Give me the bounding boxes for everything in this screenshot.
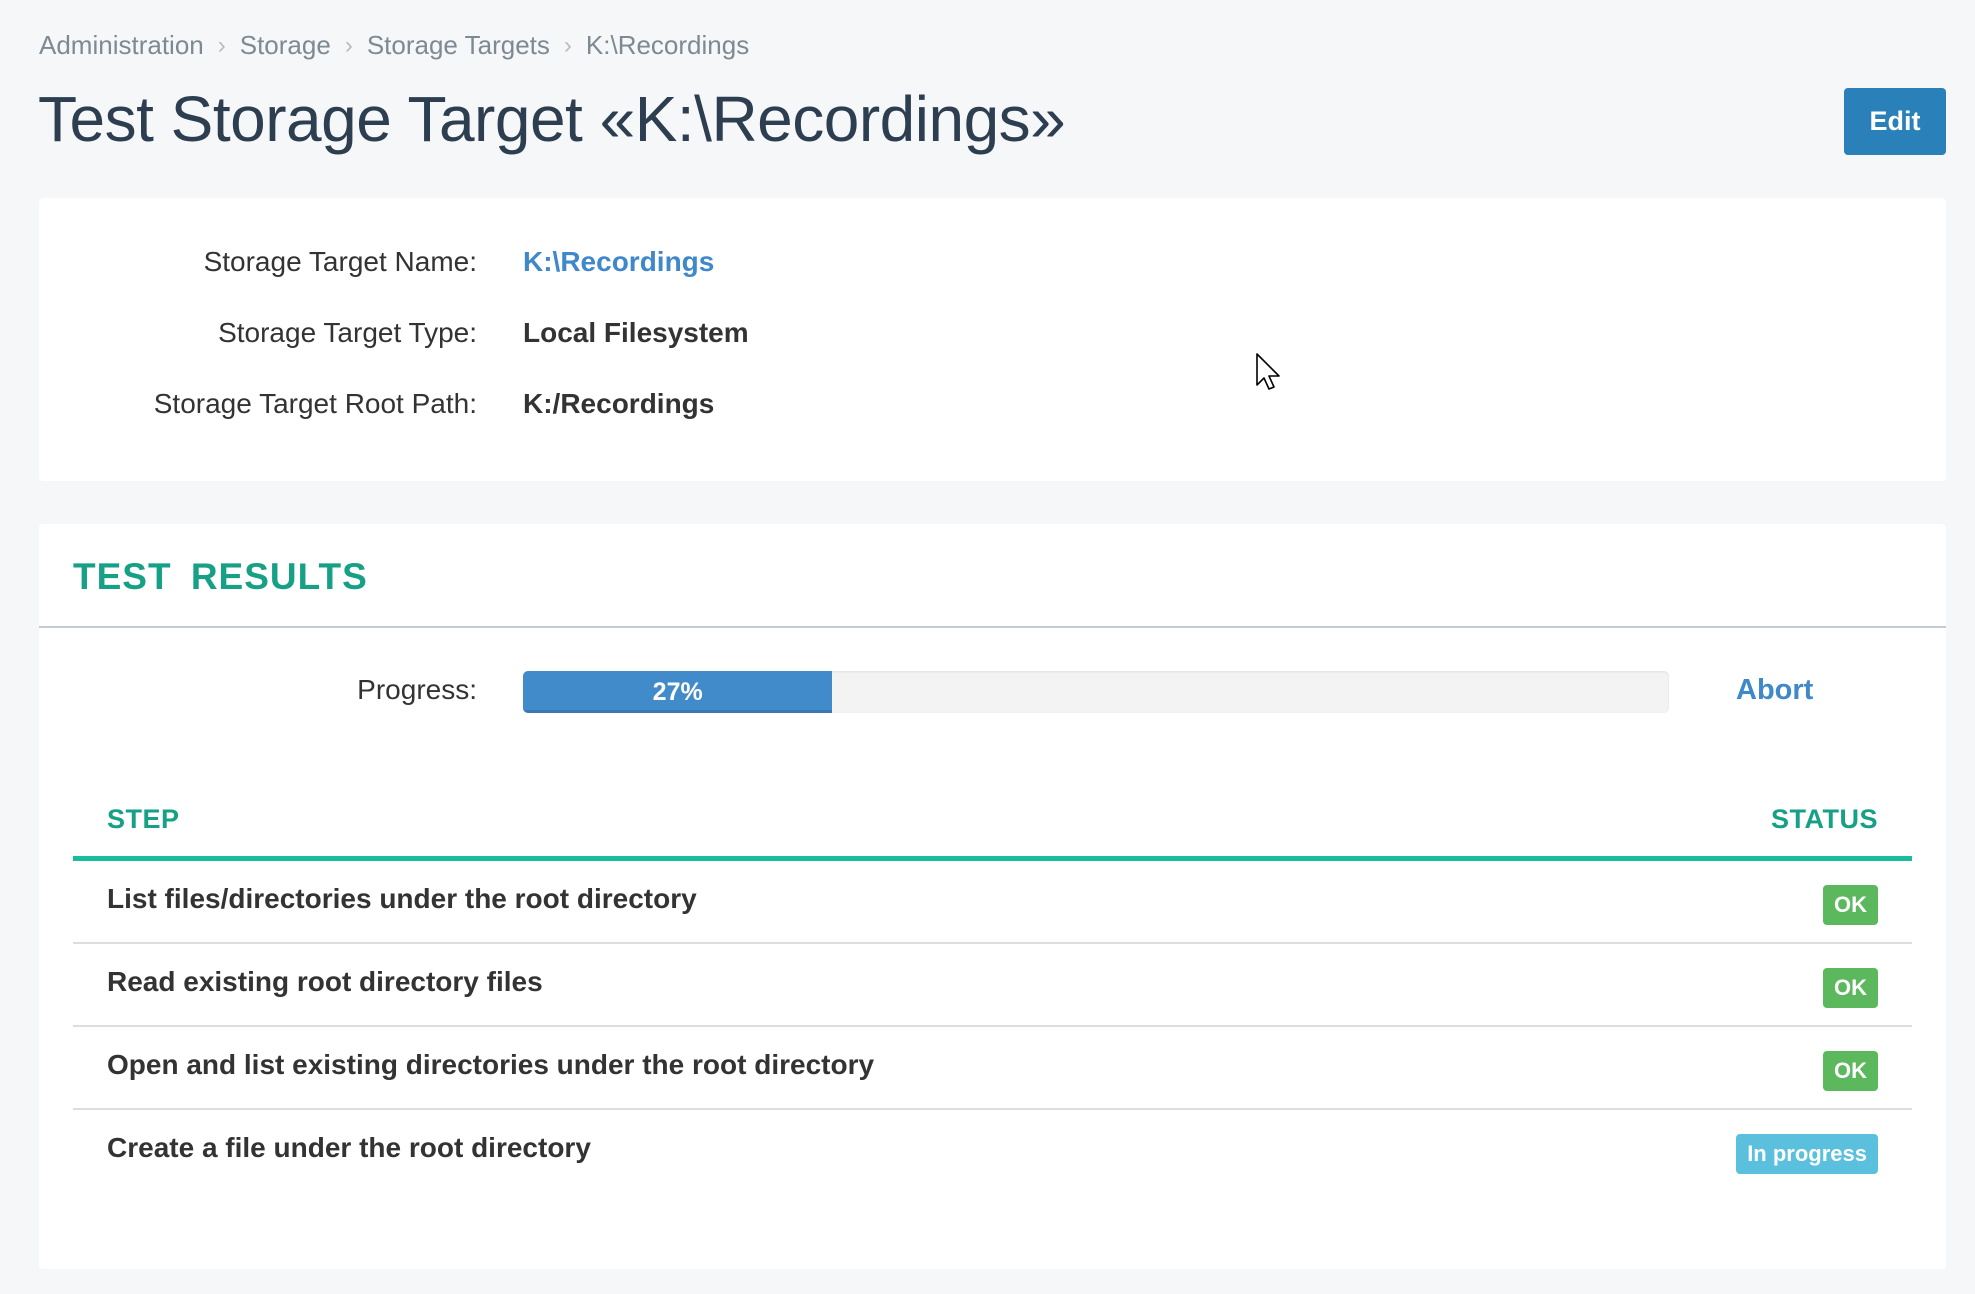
test-results-title: TEST RESULTS	[73, 556, 368, 597]
storage-target-name-label: Storage Target Name:	[203, 246, 477, 277]
table-header: STEP STATUS	[73, 782, 1912, 861]
chevron-right-icon: ›	[344, 31, 353, 59]
info-row-name: Storage Target Name: K:\Recordings	[39, 246, 715, 278]
storage-target-info-card: Storage Target Name: K:\Recordings Stora…	[39, 198, 1946, 481]
breadcrumb-administration[interactable]: Administration	[39, 30, 204, 61]
info-row-type: Storage Target Type: Local Filesystem	[39, 317, 749, 349]
table-row: Open and list existing directories under…	[73, 1027, 1912, 1110]
table-row: Read existing root directory files OK	[73, 944, 1912, 1027]
storage-target-type-label: Storage Target Type:	[218, 317, 477, 348]
storage-target-root-path-value: K:/Recordings	[523, 388, 715, 419]
storage-target-name-link[interactable]: K:\Recordings	[523, 246, 714, 278]
info-row-root-path: Storage Target Root Path: K:/Recordings	[39, 388, 715, 420]
table-row: Create a file under the root directory I…	[73, 1110, 1912, 1193]
breadcrumb-storage[interactable]: Storage	[240, 30, 331, 61]
breadcrumb-current: K:\Recordings	[585, 30, 750, 60]
test-results-card: TEST RESULTS Progress: 27% Abort STEP ST…	[39, 524, 1946, 1269]
step-name: Create a file under the root directory	[107, 1132, 591, 1163]
breadcrumb-storage-targets[interactable]: Storage Targets	[367, 30, 550, 61]
test-steps-table: STEP STATUS List files/directories under…	[73, 782, 1912, 1193]
edit-button[interactable]: Edit	[1844, 88, 1946, 155]
section-divider	[39, 626, 1946, 628]
progress-bar: 27%	[523, 671, 1669, 713]
breadcrumb: Administration › Storage › Storage Targe…	[39, 30, 749, 61]
status-badge: OK	[1823, 968, 1878, 1008]
progress-label: Progress:	[357, 674, 477, 705]
page-title: Test Storage Target «K:\Recordings»	[38, 83, 1066, 155]
chevron-right-icon: ›	[563, 31, 572, 59]
chevron-right-icon: ›	[217, 31, 226, 59]
status-badge: OK	[1823, 885, 1878, 925]
step-name: Read existing root directory files	[107, 966, 543, 997]
step-name: Open and list existing directories under…	[107, 1049, 875, 1080]
storage-target-root-path-label: Storage Target Root Path:	[153, 388, 477, 419]
progress-percent-text: 27%	[652, 677, 703, 706]
storage-target-type-value: Local Filesystem	[523, 317, 749, 348]
abort-link[interactable]: Abort	[1736, 674, 1813, 707]
status-badge: OK	[1823, 1051, 1878, 1091]
status-badge: In progress	[1736, 1134, 1878, 1174]
column-header-step: STEP	[107, 804, 180, 834]
step-name: List files/directories under the root di…	[107, 883, 697, 914]
column-header-status: STATUS	[1771, 804, 1878, 834]
progress-bar-fill: 27%	[523, 671, 833, 713]
table-row: List files/directories under the root di…	[73, 861, 1912, 944]
